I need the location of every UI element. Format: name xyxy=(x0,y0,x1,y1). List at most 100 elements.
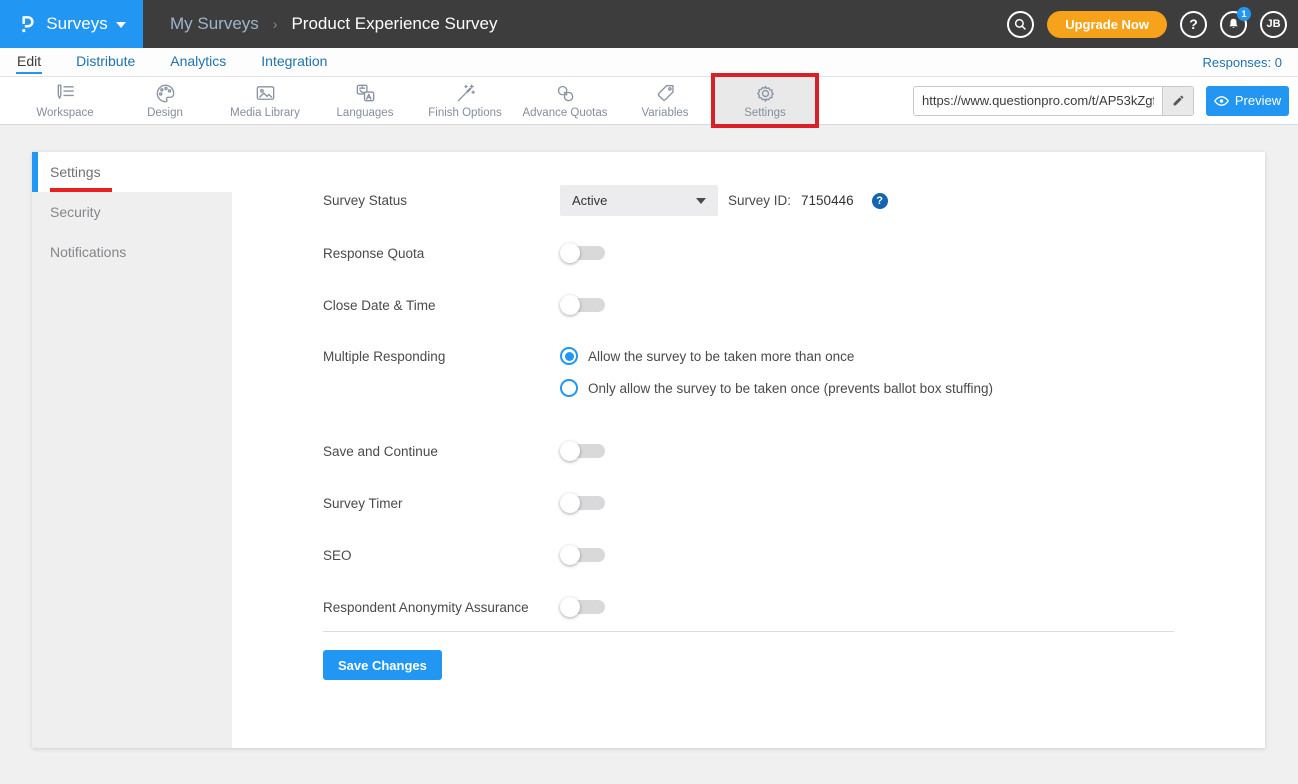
toolbar-item-label: Design xyxy=(147,107,183,119)
toolbar-item-label: Workspace xyxy=(36,107,93,119)
settings-card: Settings Security Notifications Survey S… xyxy=(32,152,1265,748)
preview-button[interactable]: Preview xyxy=(1206,86,1289,116)
settings-sidebar: Settings Security Notifications xyxy=(32,152,232,748)
multiple-responding-label: Multiple Responding xyxy=(323,349,560,364)
sidebar-item-label: Security xyxy=(50,204,101,220)
toggle-knob xyxy=(560,441,580,461)
toolbar-item-settings[interactable]: Settings xyxy=(715,77,815,124)
nav-tabs: Edit Distribute Analytics Integration xyxy=(16,49,328,75)
sidebar-item-label: Notifications xyxy=(50,244,126,260)
product-menu-label: Surveys xyxy=(46,14,107,34)
response-quota-toggle[interactable] xyxy=(560,243,606,263)
sidebar-item-label: Settings xyxy=(50,164,101,180)
chevron-down-icon xyxy=(696,198,706,204)
form-divider xyxy=(323,631,1174,632)
response-quota-label: Response Quota xyxy=(323,246,560,261)
toggle-knob xyxy=(560,493,580,513)
save-and-continue-toggle[interactable] xyxy=(560,441,606,461)
settings-form: Survey Status Active Survey ID: 7150446 … xyxy=(323,152,1265,748)
toolbar-item-workspace[interactable]: Workspace xyxy=(15,77,115,124)
seo-label: SEO xyxy=(323,548,560,563)
edit-url-button[interactable] xyxy=(1162,87,1193,115)
toolbar-item-media-library[interactable]: Media Library xyxy=(215,77,315,124)
finish-options-icon xyxy=(454,82,477,105)
help-icon[interactable]: ? xyxy=(872,193,888,209)
notification-badge: 1 xyxy=(1237,7,1251,21)
toolbar-item-finish-options[interactable]: Finish Options xyxy=(415,77,515,124)
toolbar-item-label: Media Library xyxy=(230,107,300,119)
avatar[interactable]: JB xyxy=(1260,11,1287,38)
design-icon xyxy=(154,82,177,105)
sidebar-background xyxy=(32,271,232,748)
respondent-anonymity-toggle[interactable] xyxy=(560,597,606,617)
advance-quotas-icon xyxy=(554,82,577,105)
toolbar-item-variables[interactable]: Variables xyxy=(615,77,715,124)
toggle-knob xyxy=(560,295,580,315)
respondent-anonymity-row: Respondent Anonymity Assurance xyxy=(323,597,606,617)
toolbar-item-advance-quotas[interactable]: Advance Quotas xyxy=(515,77,615,124)
tab-distribute[interactable]: Distribute xyxy=(75,49,136,75)
toggle-knob xyxy=(560,597,580,617)
page-title: Product Experience Survey xyxy=(291,14,497,34)
workspace-icon xyxy=(54,82,77,105)
radio-option-once-only[interactable]: Only allow the survey to be taken once (… xyxy=(560,379,993,397)
search-icon xyxy=(1013,17,1028,32)
multiple-responding-row: Multiple Responding Allow the survey to … xyxy=(323,347,854,365)
save-and-continue-row: Save and Continue xyxy=(323,441,606,461)
header-actions: Upgrade Now ? 1 JB xyxy=(1007,11,1298,38)
toolbar-item-label: Advance Quotas xyxy=(522,107,607,119)
pencil-icon xyxy=(1172,94,1185,107)
toggle-knob xyxy=(560,243,580,263)
single-response-row: Only allow the survey to be taken once (… xyxy=(323,379,993,397)
close-date-time-label: Close Date & Time xyxy=(323,298,560,313)
radio-option-label: Only allow the survey to be taken once (… xyxy=(588,381,993,396)
toggle-knob xyxy=(560,545,580,565)
survey-status-select[interactable]: Active xyxy=(560,185,718,216)
radio-option-label: Allow the survey to be taken more than o… xyxy=(588,349,854,364)
toolbar-item-label: Variables xyxy=(641,107,688,119)
survey-id-label: Survey ID: xyxy=(728,193,791,208)
seo-toggle[interactable] xyxy=(560,545,606,565)
survey-url-input[interactable] xyxy=(914,87,1162,115)
toolbar-item-design[interactable]: Design xyxy=(115,77,215,124)
toolbar-item-label: Finish Options xyxy=(428,107,502,119)
product-menu[interactable]: Surveys xyxy=(0,0,143,48)
preview-label: Preview xyxy=(1235,93,1281,108)
survey-timer-toggle[interactable] xyxy=(560,493,606,513)
sidebar-item-settings[interactable]: Settings xyxy=(32,152,232,192)
survey-status-value: Active xyxy=(572,193,607,208)
survey-status-label: Survey Status xyxy=(323,193,560,208)
toolbar-item-languages[interactable]: Languages xyxy=(315,77,415,124)
radio-icon xyxy=(560,347,578,365)
close-date-time-toggle[interactable] xyxy=(560,295,606,315)
notifications-button[interactable]: 1 xyxy=(1220,11,1247,38)
edit-toolbar: Workspace Design Media Library Languages xyxy=(0,77,1298,125)
breadcrumb-parent[interactable]: My Surveys xyxy=(170,14,259,34)
languages-icon xyxy=(354,82,377,105)
search-button[interactable] xyxy=(1007,11,1034,38)
tab-edit[interactable]: Edit xyxy=(16,49,42,75)
sidebar-item-notifications[interactable]: Notifications xyxy=(32,232,232,272)
eye-icon xyxy=(1214,95,1229,107)
close-date-time-row: Close Date & Time xyxy=(323,295,606,315)
chevron-down-icon xyxy=(116,22,126,28)
radio-option-multiple-allowed[interactable]: Allow the survey to be taken more than o… xyxy=(560,347,854,365)
save-changes-button[interactable]: Save Changes xyxy=(323,650,442,680)
settings-icon xyxy=(754,82,777,105)
avatar-initials: JB xyxy=(1266,18,1280,30)
responses-count[interactable]: Responses: 0 xyxy=(1203,55,1283,70)
seo-row: SEO xyxy=(323,545,606,565)
survey-nav: Edit Distribute Analytics Integration Re… xyxy=(0,48,1298,77)
tab-integration[interactable]: Integration xyxy=(260,49,328,75)
upgrade-now-button[interactable]: Upgrade Now xyxy=(1047,11,1167,38)
help-glyph: ? xyxy=(1189,16,1198,32)
radio-icon xyxy=(560,379,578,397)
survey-url-group xyxy=(913,86,1194,116)
breadcrumb-separator: › xyxy=(273,16,278,32)
help-button[interactable]: ? xyxy=(1180,11,1207,38)
tab-analytics[interactable]: Analytics xyxy=(169,49,227,75)
sidebar-item-security[interactable]: Security xyxy=(32,192,232,232)
save-and-continue-label: Save and Continue xyxy=(323,444,560,459)
variables-icon xyxy=(654,82,677,105)
survey-timer-row: Survey Timer xyxy=(323,493,606,513)
